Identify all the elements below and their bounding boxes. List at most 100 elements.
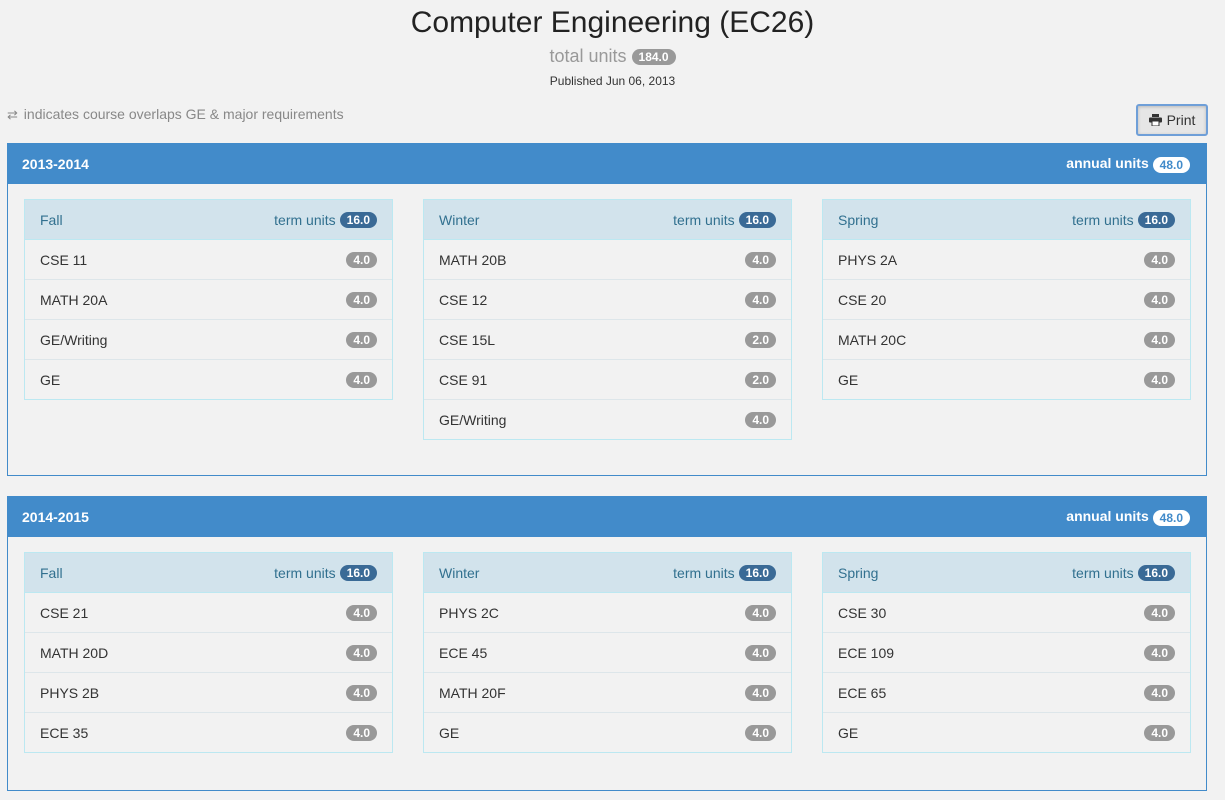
course-name: MATH 20D — [40, 644, 109, 661]
course-row[interactable]: ECE 35 4.0 — [25, 713, 392, 752]
course-name: PHYS 2C — [439, 604, 499, 621]
annual-units-badge: 48.0 — [1152, 156, 1190, 173]
course-name: MATH 20F — [439, 684, 506, 701]
course-units-badge: 4.0 — [346, 644, 377, 661]
term-name: Fall — [40, 564, 63, 581]
course-units-badge: 4.0 — [745, 291, 776, 308]
term-units-badge: 16.0 — [1137, 211, 1175, 228]
course-name: ECE 45 — [439, 644, 488, 661]
term-header: Spring term units 16.0 — [823, 553, 1190, 593]
course-row[interactable]: GE/Writing 4.0 — [25, 320, 392, 360]
course-units-badge: 4.0 — [346, 331, 377, 348]
course-row[interactable]: GE 4.0 — [823, 360, 1190, 399]
course-name: ECE 109 — [838, 644, 895, 661]
course-name: CSE 30 — [838, 604, 887, 621]
page-header: Computer Engineering (EC26) total units … — [0, 0, 1225, 143]
course-row[interactable]: MATH 20D 4.0 — [25, 633, 392, 673]
term-header: Winter term units 16.0 — [424, 200, 791, 240]
course-name: GE — [838, 371, 859, 388]
term-units: term units 16.0 — [274, 564, 377, 581]
published-date: Published Jun 06, 2013 — [549, 74, 676, 88]
course-name: PHYS 2B — [40, 684, 100, 701]
term-units: term units 16.0 — [1072, 564, 1175, 581]
course-units-badge: 4.0 — [346, 684, 377, 701]
course-name: GE — [40, 371, 61, 388]
course-name: GE/Writing — [439, 411, 507, 428]
course-name: CSE 15L — [439, 331, 496, 348]
year-label: 2013-2014 — [22, 156, 89, 172]
term-units-label: term units — [673, 211, 735, 228]
course-row[interactable]: GE 4.0 — [424, 713, 791, 752]
course-row[interactable]: ECE 45 4.0 — [424, 633, 791, 673]
course-row[interactable]: ECE 109 4.0 — [823, 633, 1190, 673]
course-row[interactable]: CSE 91 2.0 — [424, 360, 791, 400]
annual-units: annual units 48.0 — [1066, 155, 1190, 173]
course-row[interactable]: CSE 30 4.0 — [823, 593, 1190, 633]
course-units-badge: 4.0 — [745, 684, 776, 701]
course-row[interactable]: GE/Writing 4.0 — [424, 400, 791, 439]
course-row[interactable]: GE 4.0 — [25, 360, 392, 399]
term-units-label: term units — [274, 564, 336, 581]
course-units-badge: 4.0 — [346, 604, 377, 621]
printer-icon — [1148, 114, 1162, 126]
course-units-badge: 4.0 — [1144, 331, 1175, 348]
total-units: total units 184.0 — [0, 46, 1225, 67]
term-header: Fall term units 16.0 — [25, 200, 392, 240]
course-row[interactable]: PHYS 2A 4.0 — [823, 240, 1190, 280]
course-units-badge: 2.0 — [745, 331, 776, 348]
course-name: CSE 11 — [40, 251, 88, 268]
course-units-badge: 4.0 — [346, 291, 377, 308]
course-row[interactable]: CSE 15L 2.0 — [424, 320, 791, 360]
course-row[interactable]: GE 4.0 — [823, 713, 1190, 752]
term-header: Spring term units 16.0 — [823, 200, 1190, 240]
term-units-label: term units — [274, 211, 336, 228]
course-units-badge: 4.0 — [1144, 684, 1175, 701]
course-row[interactable]: MATH 20B 4.0 — [424, 240, 791, 280]
term-units-label: term units — [1072, 564, 1134, 581]
course-units-badge: 4.0 — [1144, 604, 1175, 621]
course-units-badge: 4.0 — [346, 251, 377, 268]
term-name: Spring — [838, 211, 879, 228]
course-units-badge: 4.0 — [745, 644, 776, 661]
course-units-badge: 2.0 — [745, 371, 776, 388]
term-units-badge: 16.0 — [738, 564, 776, 581]
course-row[interactable]: ECE 65 4.0 — [823, 673, 1190, 713]
course-row[interactable]: MATH 20F 4.0 — [424, 673, 791, 713]
course-units-badge: 4.0 — [346, 724, 377, 741]
page-title: Computer Engineering (EC26) — [410, 6, 815, 39]
legend-text: indicates course overlaps GE & major req… — [23, 106, 344, 122]
term-panel-fall: Fall term units 16.0 CSE 11 4.0 MATH 20A 4.0 GE… — [24, 199, 393, 400]
annual-units: annual units 48.0 — [1066, 508, 1190, 526]
overlap-legend: ⇄ indicates course overlaps GE & major r… — [7, 106, 344, 123]
course-units-badge: 4.0 — [745, 724, 776, 741]
course-name: ECE 65 — [838, 684, 887, 701]
course-row[interactable]: CSE 21 4.0 — [25, 593, 392, 633]
term-header: Fall term units 16.0 — [25, 553, 392, 593]
course-row[interactable]: MATH 20A 4.0 — [25, 280, 392, 320]
course-row[interactable]: PHYS 2C 4.0 — [424, 593, 791, 633]
term-units-badge: 16.0 — [339, 211, 377, 228]
print-button[interactable]: Print — [1136, 104, 1208, 136]
term-units: term units 16.0 — [673, 211, 776, 228]
course-row[interactable]: PHYS 2B 4.0 — [25, 673, 392, 713]
course-name: GE — [838, 724, 859, 741]
course-name: PHYS 2A — [838, 251, 898, 268]
term-panel-spring: Spring term units 16.0 PHYS 2A 4.0 CSE 20 4.0 M… — [822, 199, 1191, 400]
course-row[interactable]: CSE 11 4.0 — [25, 240, 392, 280]
course-name: CSE 12 — [439, 291, 488, 308]
course-row[interactable]: MATH 20C 4.0 — [823, 320, 1190, 360]
term-name: Winter — [439, 564, 480, 581]
course-name: CSE 21 — [40, 604, 89, 621]
annual-units-label: annual units — [1066, 508, 1149, 525]
term-panel-fall: Fall term units 16.0 CSE 21 4.0 MATH 20D 4.0 PH… — [24, 552, 393, 753]
course-units-badge: 4.0 — [745, 411, 776, 428]
year-panel: 2013-2014 annual units 48.0 Fall term units… — [7, 143, 1207, 476]
year-header: 2013-2014 annual units 48.0 — [8, 144, 1206, 184]
year-label: 2014-2015 — [22, 509, 89, 525]
course-name: CSE 91 — [439, 371, 488, 388]
course-row[interactable]: CSE 12 4.0 — [424, 280, 791, 320]
course-name: CSE 20 — [838, 291, 887, 308]
term-panel-spring: Spring term units 16.0 CSE 30 4.0 ECE 109 4.0 E… — [822, 552, 1191, 753]
term-name: Winter — [439, 211, 480, 228]
course-row[interactable]: CSE 20 4.0 — [823, 280, 1190, 320]
